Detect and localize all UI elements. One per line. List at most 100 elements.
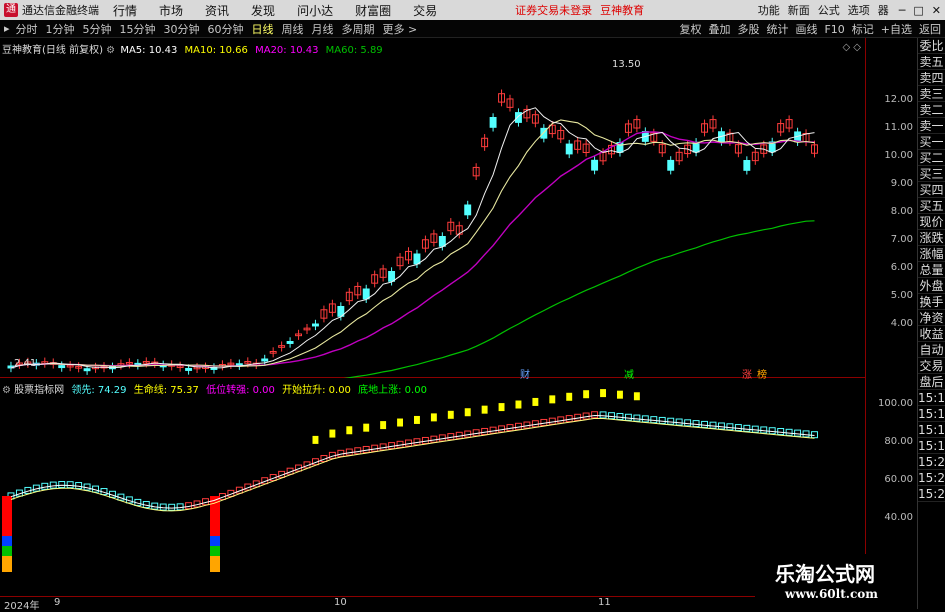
candlestick-svg (7, 89, 818, 388)
side-tab[interactable]: 买四 (918, 182, 945, 198)
tool-overlay[interactable]: 叠加 (708, 21, 730, 37)
login-notice[interactable]: 证券交易未登录 (515, 2, 592, 18)
period-daily[interactable]: 日线 (252, 21, 274, 37)
menu-formula[interactable]: 公式 (818, 2, 840, 18)
candle (531, 110, 539, 128)
candlestick-chart[interactable]: 豆神教育(日线 前复权) ⚙ MA5: 10.43 MA10: 10.66 MA… (0, 38, 865, 388)
indicator-bar (633, 414, 641, 422)
side-tab[interactable]: 涨幅 (918, 246, 945, 262)
candle (515, 108, 522, 127)
period-more[interactable]: 更多 > (383, 21, 418, 37)
side-tab[interactable]: 15:21 (918, 470, 945, 486)
low-turn-value: 低位转强: 0.00 (206, 385, 275, 396)
candle (582, 139, 590, 157)
maximize-icon[interactable]: □ (913, 4, 923, 17)
period-60min[interactable]: 60分钟 (208, 21, 244, 37)
side-tab[interactable]: 15:19 (918, 438, 945, 454)
menu-market[interactable]: 市场 (159, 2, 183, 19)
indicator-bar (802, 430, 810, 438)
indicator-legend: ⚙ 股票指标网 领先: 74.29 生命线: 75.37 低位转强: 0.00 … (2, 381, 427, 396)
side-tab[interactable]: 自动 (918, 342, 945, 358)
period-monthly[interactable]: 月线 (312, 21, 334, 37)
side-tab[interactable]: 卖二 (918, 102, 945, 118)
tool-arrow-icon[interactable]: ▸ (4, 22, 10, 35)
side-tab[interactable]: 15:16 (918, 390, 945, 406)
indicator-bar (684, 419, 692, 427)
side-tab[interactable]: 收益 (918, 326, 945, 342)
ma60-value: MA60: 5.89 (325, 45, 383, 56)
close-icon[interactable]: ✕ (932, 4, 941, 17)
minimize-icon[interactable]: ─ (899, 4, 906, 17)
side-tab[interactable]: 净资 (918, 310, 945, 326)
tool-multi-stock[interactable]: 多股 (737, 21, 759, 37)
side-tab[interactable]: 交易 (918, 358, 945, 374)
side-tab[interactable]: 买一 (918, 134, 945, 150)
price-tick: 11.00 (884, 122, 913, 133)
menu-discover[interactable]: 发现 (251, 2, 275, 19)
side-tab[interactable]: 外盘 (918, 278, 945, 294)
signal-bar (312, 435, 319, 444)
candle (751, 148, 759, 165)
candle (624, 119, 632, 137)
settings-icon[interactable]: ⚙ (106, 45, 115, 56)
side-tab[interactable]: 涨跌 (918, 230, 945, 246)
signal-bar (617, 390, 623, 399)
menu-wealth[interactable]: 财富圈 (355, 2, 391, 19)
menu-quotes[interactable]: 行情 (113, 2, 137, 19)
tool-stats[interactable]: 统计 (766, 21, 788, 37)
side-tab[interactable]: 买二 (918, 150, 945, 166)
candle (328, 299, 336, 317)
candle (261, 354, 269, 366)
menu-function[interactable]: 功能 (758, 2, 780, 18)
side-tab[interactable]: 换手 (918, 294, 945, 310)
tool-add-watchlist[interactable]: +自选 (881, 21, 912, 37)
candle (312, 319, 319, 331)
tool-f10[interactable]: F10 (824, 23, 844, 36)
side-tab[interactable]: 买五 (918, 198, 945, 214)
ma10-line (10, 119, 815, 369)
menu-extra[interactable]: 器 (878, 2, 889, 18)
side-tab[interactable]: 15:17 (918, 406, 945, 422)
candle (421, 235, 429, 253)
tool-draw[interactable]: 画线 (795, 21, 817, 37)
side-tab[interactable]: 买三 (918, 166, 945, 182)
signal-column (2, 546, 12, 556)
side-tab[interactable]: 卖三 (918, 86, 945, 102)
indicator-bar (641, 415, 649, 423)
menu-new-page[interactable]: 新面 (788, 2, 810, 18)
period-5min[interactable]: 5分钟 (83, 21, 112, 37)
side-tab[interactable]: 15:20 (918, 454, 945, 470)
candle (616, 138, 624, 157)
side-tab[interactable]: 盘后 (918, 374, 945, 390)
indicator-chart[interactable] (0, 378, 865, 596)
tool-mark[interactable]: 标记 (852, 21, 874, 37)
indicator-name[interactable]: 股票指标网 (14, 385, 64, 396)
period-multi[interactable]: 多周期 (342, 21, 375, 37)
tool-adjust[interactable]: 复权 (679, 21, 701, 37)
life-value: 生命线: 75.37 (133, 385, 199, 396)
menu-ask[interactable]: 问小达 (297, 2, 333, 19)
side-tab[interactable]: 卖四 (918, 70, 945, 86)
period-1min[interactable]: 1分钟 (46, 21, 75, 37)
side-tab[interactable]: 卖五 (918, 54, 945, 70)
date-sep: 9 (54, 597, 61, 608)
menu-news[interactable]: 资讯 (205, 2, 229, 19)
period-15min[interactable]: 15分钟 (120, 21, 156, 37)
indicator-settings-icon[interactable]: ⚙ (2, 385, 11, 396)
side-tab[interactable]: 总量 (918, 262, 945, 278)
period-30min[interactable]: 30分钟 (164, 21, 200, 37)
collapse-icon[interactable]: ◇ ◇ (842, 42, 861, 53)
side-tab[interactable]: 15:18 (918, 422, 945, 438)
tool-back[interactable]: 返回 (919, 21, 941, 37)
side-tab[interactable]: 现价 (918, 214, 945, 230)
lead-line (10, 414, 815, 509)
candle (75, 362, 83, 373)
menu-trade[interactable]: 交易 (413, 2, 437, 19)
side-tab[interactable]: 15:22 (918, 486, 945, 502)
side-tab[interactable]: 委比 (918, 38, 945, 54)
menu-options[interactable]: 选项 (848, 2, 870, 18)
period-weekly[interactable]: 周线 (282, 21, 304, 37)
side-tab[interactable]: 卖一 (918, 118, 945, 134)
period-intraday[interactable]: 分时 (16, 21, 38, 37)
price-tick: 6.00 (890, 262, 913, 273)
